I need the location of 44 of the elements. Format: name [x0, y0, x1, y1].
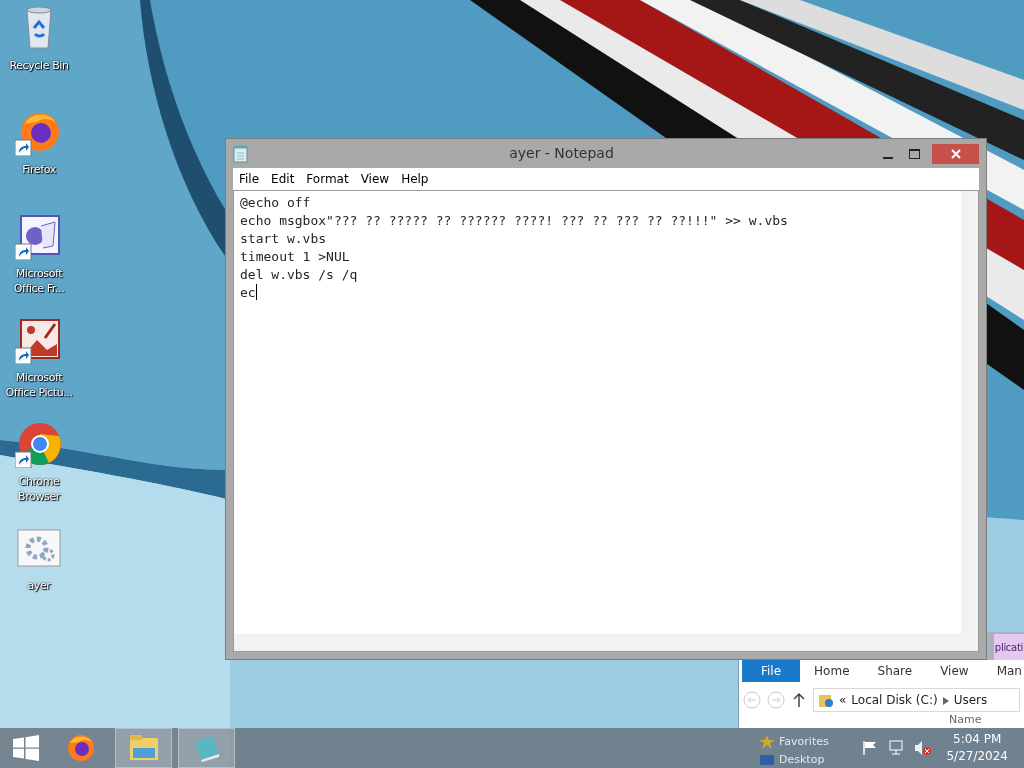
text-cursor — [255, 284, 257, 300]
folder-icon — [818, 692, 834, 708]
minimize-icon — [882, 156, 893, 159]
breadcrumb-item[interactable]: Users — [953, 691, 988, 709]
text-line: echo msgbox"??? ?? ????? ?? ?????? ????! ??? ?? ??? ?? ??!!!" >> w.vbs — [240, 213, 788, 228]
publisher-icon[interactable] — [15, 212, 63, 260]
menu-item[interactable]: Edit — [265, 170, 301, 188]
taskbar-button[interactable] — [115, 728, 172, 768]
menu-item[interactable]: View — [354, 170, 396, 188]
ribbon-tab[interactable]: Man — [982, 660, 1024, 682]
desktop-icon — [759, 752, 775, 767]
menu-item[interactable]: File — [233, 170, 266, 188]
text-line: timeout 1 >NUL — [240, 249, 350, 264]
windows-logo-icon — [13, 735, 39, 761]
chrome-icon[interactable] — [15, 420, 63, 468]
text-line: del w.vbs /s /q — [240, 267, 358, 282]
text-line: start w.vbs — [240, 231, 327, 246]
up-arrow-icon[interactable] — [791, 692, 807, 708]
text-line: @echo off — [240, 195, 311, 210]
text-line: ec — [240, 285, 256, 300]
close-button[interactable] — [932, 143, 979, 164]
ribbon-tab[interactable]: Home — [800, 660, 864, 682]
speaker-muted-icon[interactable] — [914, 740, 933, 756]
ribbon-tab[interactable]: View — [926, 660, 983, 682]
ribbon-tab[interactable]: File — [742, 660, 801, 682]
address-bar[interactable]: « Local Disk (C:) Users — [813, 688, 1020, 712]
picture-manager-icon[interactable] — [15, 316, 63, 364]
vertical-scrollbar[interactable] — [961, 191, 978, 634]
menu-item[interactable]: Help — [395, 170, 435, 188]
star-icon — [759, 734, 775, 749]
ribbon-tab[interactable]: Share — [863, 660, 927, 682]
clock-time: 5:04 PM — [952, 731, 1003, 748]
column-header[interactable]: Name — [949, 714, 982, 726]
maximize-icon — [909, 148, 920, 159]
clock-date: 5/27/2024 — [946, 748, 1008, 765]
notepad-icon — [233, 144, 249, 163]
clock[interactable]: 5:04 PM 5/27/2024 — [940, 730, 1014, 766]
breadcrumb-item[interactable]: Local Disk (C:) — [851, 691, 938, 709]
horizontal-scrollbar[interactable] — [234, 634, 978, 651]
breadcrumb-chevron: « — [839, 692, 847, 709]
close-icon — [950, 148, 961, 159]
window-title: ayer - Notepad — [508, 144, 615, 163]
contextual-tab[interactable]: plicati — [993, 634, 1024, 660]
menu-item[interactable]: Format — [300, 170, 355, 188]
